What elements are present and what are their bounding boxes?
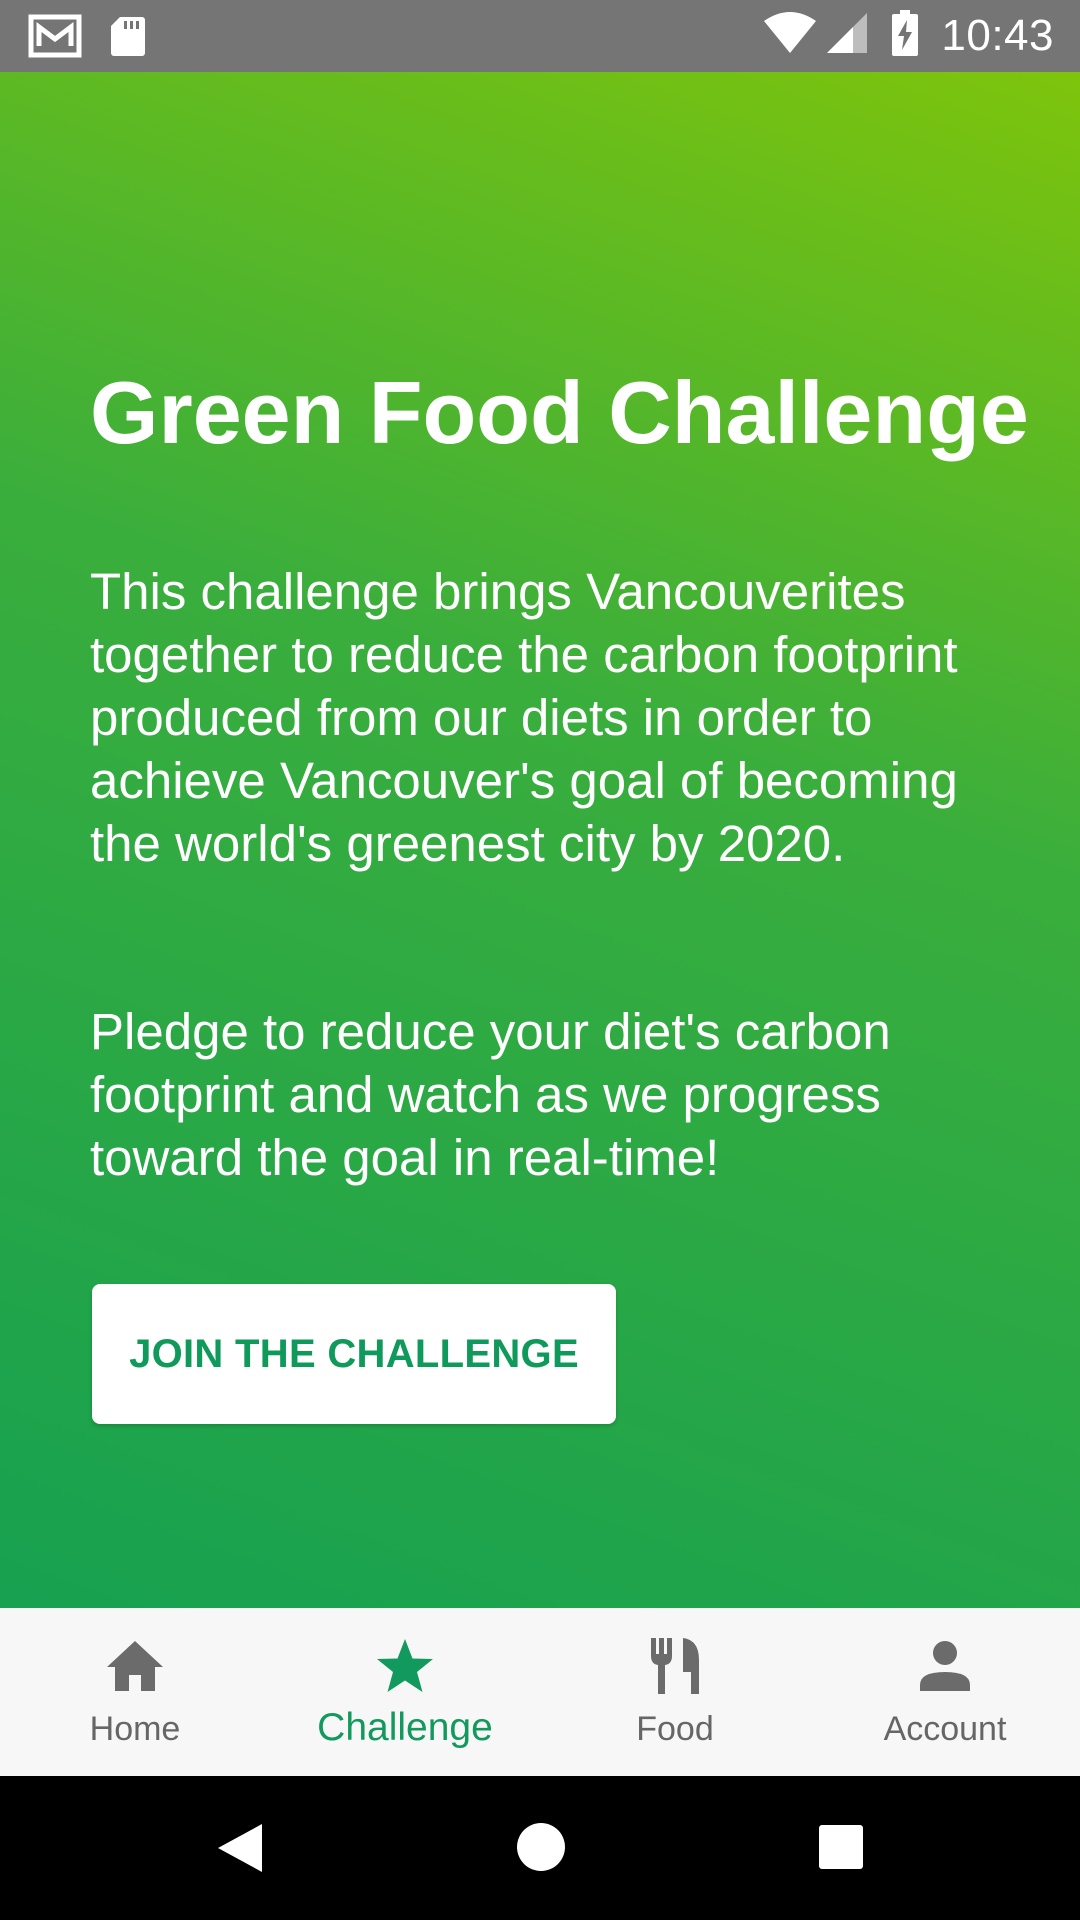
status-time: 10:43 (941, 10, 1054, 60)
signal-icon (825, 11, 869, 60)
recents-icon[interactable] (818, 1824, 864, 1875)
nav-item-home[interactable]: Home (0, 1608, 270, 1776)
bottom-navigation: Home Challenge Food Account (0, 1608, 1080, 1776)
sd-card-icon (110, 15, 146, 62)
nav-label-account: Account (883, 1710, 1007, 1748)
join-challenge-button[interactable]: JOIN THE CHALLENGE (92, 1284, 616, 1424)
pledge-text: Pledge to reduce your diet's carbon foot… (90, 1003, 891, 1186)
fork-knife-icon (643, 1634, 707, 1698)
challenge-description: This challenge brings Vancouverites toge… (90, 563, 958, 872)
home-circle-icon[interactable] (516, 1822, 566, 1877)
challenge-screen: Green Food Challenge This challenge brin… (0, 72, 1080, 1608)
battery-charging-icon (891, 10, 919, 61)
status-bar: 10:43 (0, 0, 1080, 72)
gmail-icon (28, 14, 82, 63)
wifi-icon (763, 11, 817, 60)
home-icon (103, 1634, 167, 1698)
nav-item-food[interactable]: Food (540, 1608, 810, 1776)
nav-item-account[interactable]: Account (810, 1608, 1080, 1776)
person-icon (913, 1634, 977, 1698)
system-navigation-bar (0, 1776, 1080, 1920)
nav-item-challenge[interactable]: Challenge (270, 1608, 540, 1776)
nav-label-home: Home (89, 1710, 181, 1748)
back-icon[interactable] (216, 1822, 264, 1879)
star-icon (373, 1634, 437, 1698)
nav-label-food: Food (636, 1710, 714, 1748)
nav-label-challenge: Challenge (317, 1706, 493, 1749)
page-title: Green Food Challenge (90, 363, 1029, 462)
